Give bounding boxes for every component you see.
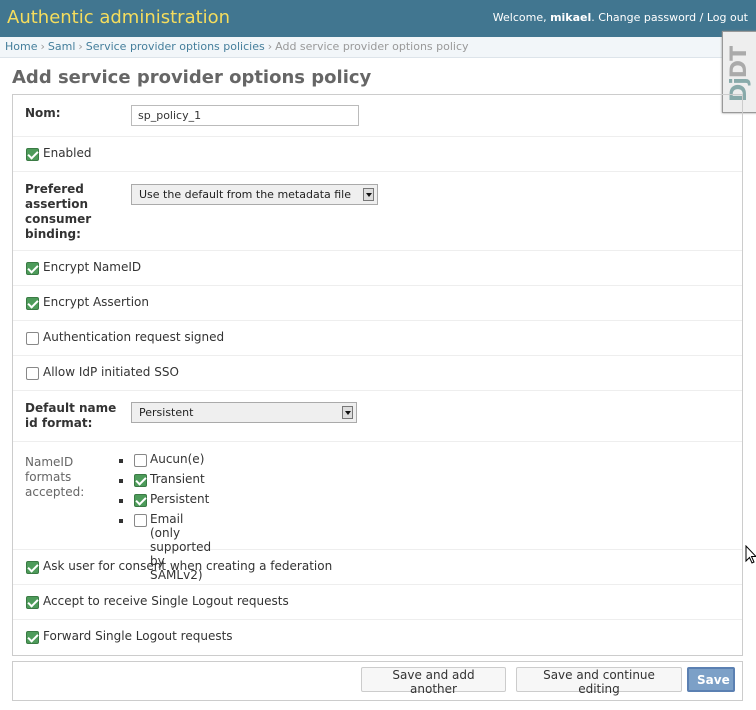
form-row-forward-slo: Forward Single Logout requests <box>13 620 742 655</box>
breadcrumb: Home › Saml › Service provider options polic… <box>0 37 756 58</box>
form-row-idp-initiated-sso: Allow IdP initiated SSO <box>13 356 742 391</box>
form-row-binding: Prefered assertion consumer binding: Use… <box>13 172 742 251</box>
default-nameid-selected: Persistent <box>139 406 194 419</box>
form-row-nameid-formats: NameID formats accepted: Aucun(e) Transi… <box>13 442 742 582</box>
form-row-ask-consent: Ask user for consent when creating a fed… <box>13 550 742 585</box>
forward-slo-checkbox[interactable] <box>26 631 39 644</box>
policy-form: Nom: Enabled Prefered assertion consumer… <box>12 94 743 656</box>
encrypt-assertion-checkbox[interactable] <box>26 297 39 310</box>
chevron-down-icon <box>363 188 374 201</box>
mouse-cursor-icon <box>745 545 756 564</box>
binding-label: Prefered assertion consumer binding: <box>25 182 92 241</box>
welcome-text: Welcome, <box>492 11 551 24</box>
breadcrumb-saml[interactable]: Saml <box>48 40 76 53</box>
breadcrumb-separator: › <box>40 40 45 53</box>
default-nameid-select[interactable]: Persistent <box>131 402 357 423</box>
bullet-icon <box>119 459 123 463</box>
forward-slo-label: Forward Single Logout requests <box>43 629 233 643</box>
form-row-default-nameid: Default name id format: Persistent <box>13 391 742 442</box>
debug-toolbar-label: DjDT <box>727 42 752 102</box>
change-password-link[interactable]: Change password <box>598 11 696 24</box>
name-label: Nom: <box>25 106 61 120</box>
form-row-encrypt-nameid: Encrypt NameID <box>13 251 742 286</box>
breadcrumb-policies[interactable]: Service provider options policies <box>86 40 265 53</box>
binding-select[interactable]: Use the default from the metadata file <box>131 184 378 205</box>
breadcrumb-home[interactable]: Home <box>5 40 37 53</box>
idp-initiated-sso-label: Allow IdP initiated SSO <box>43 365 179 379</box>
encrypt-assertion-label: Encrypt Assertion <box>43 295 149 309</box>
name-input[interactable] <box>131 105 359 126</box>
save-add-another-button[interactable]: Save and add another <box>361 667 506 696</box>
format-label: Aucun(e) <box>150 452 205 466</box>
ask-consent-label: Ask user for consent when creating a fed… <box>43 559 333 573</box>
save-button[interactable]: Save <box>687 667 735 692</box>
form-row-authn-request-signed: Authentication request signed <box>13 321 742 356</box>
breadcrumb-separator: › <box>267 40 273 53</box>
submit-row: Save and add another Save and continue e… <box>12 661 743 701</box>
page-title: Add service provider options policy <box>12 67 372 88</box>
breadcrumb-current: Add service provider options policy <box>275 40 469 53</box>
enabled-checkbox[interactable] <box>26 148 39 161</box>
bullet-icon <box>119 479 123 483</box>
logout-link[interactable]: Log out <box>707 11 748 24</box>
accept-slo-checkbox[interactable] <box>26 596 39 609</box>
debug-toolbar-label-suffix: DT <box>727 46 752 79</box>
authn-request-signed-checkbox[interactable] <box>26 332 39 345</box>
bullet-icon <box>119 519 123 523</box>
chevron-down-icon <box>342 406 353 419</box>
user-tools-separator: / <box>696 11 707 24</box>
form-row-name: Nom: <box>13 95 742 137</box>
form-row-encrypt-assertion: Encrypt Assertion <box>13 286 742 321</box>
binding-selected: Use the default from the metadata file <box>139 188 352 201</box>
format-checkbox-persistent[interactable] <box>134 494 147 507</box>
format-checkbox-email[interactable] <box>134 514 147 527</box>
format-checkbox-aucun[interactable] <box>134 454 147 467</box>
header-bar: Authentic administration Welcome, mikael… <box>0 0 756 37</box>
username: mikael <box>550 11 592 24</box>
encrypt-nameid-checkbox[interactable] <box>26 262 39 275</box>
form-row-enabled: Enabled <box>13 137 742 172</box>
save-continue-button[interactable]: Save and continue editing <box>516 667 682 696</box>
format-label: Transient <box>150 472 205 486</box>
nameid-formats-label: NameID formats accepted: <box>25 455 85 499</box>
encrypt-nameid-label: Encrypt NameID <box>43 260 142 274</box>
format-label: Persistent <box>150 492 210 506</box>
breadcrumb-separator: › <box>78 40 83 53</box>
form-row-accept-slo: Accept to receive Single Logout requests <box>13 585 742 620</box>
user-tools: Welcome, mikael. Change password / Log o… <box>492 11 748 24</box>
accept-slo-label: Accept to receive Single Logout requests <box>43 594 289 608</box>
bullet-icon <box>119 499 123 503</box>
authn-request-signed-label: Authentication request signed <box>43 330 225 344</box>
site-brand: Authentic administration <box>7 7 231 28</box>
default-nameid-label: Default name id format: <box>25 401 117 430</box>
format-checkbox-transient[interactable] <box>134 474 147 487</box>
ask-consent-checkbox[interactable] <box>26 561 39 574</box>
idp-initiated-sso-checkbox[interactable] <box>26 367 39 380</box>
enabled-label: Enabled <box>43 146 92 160</box>
